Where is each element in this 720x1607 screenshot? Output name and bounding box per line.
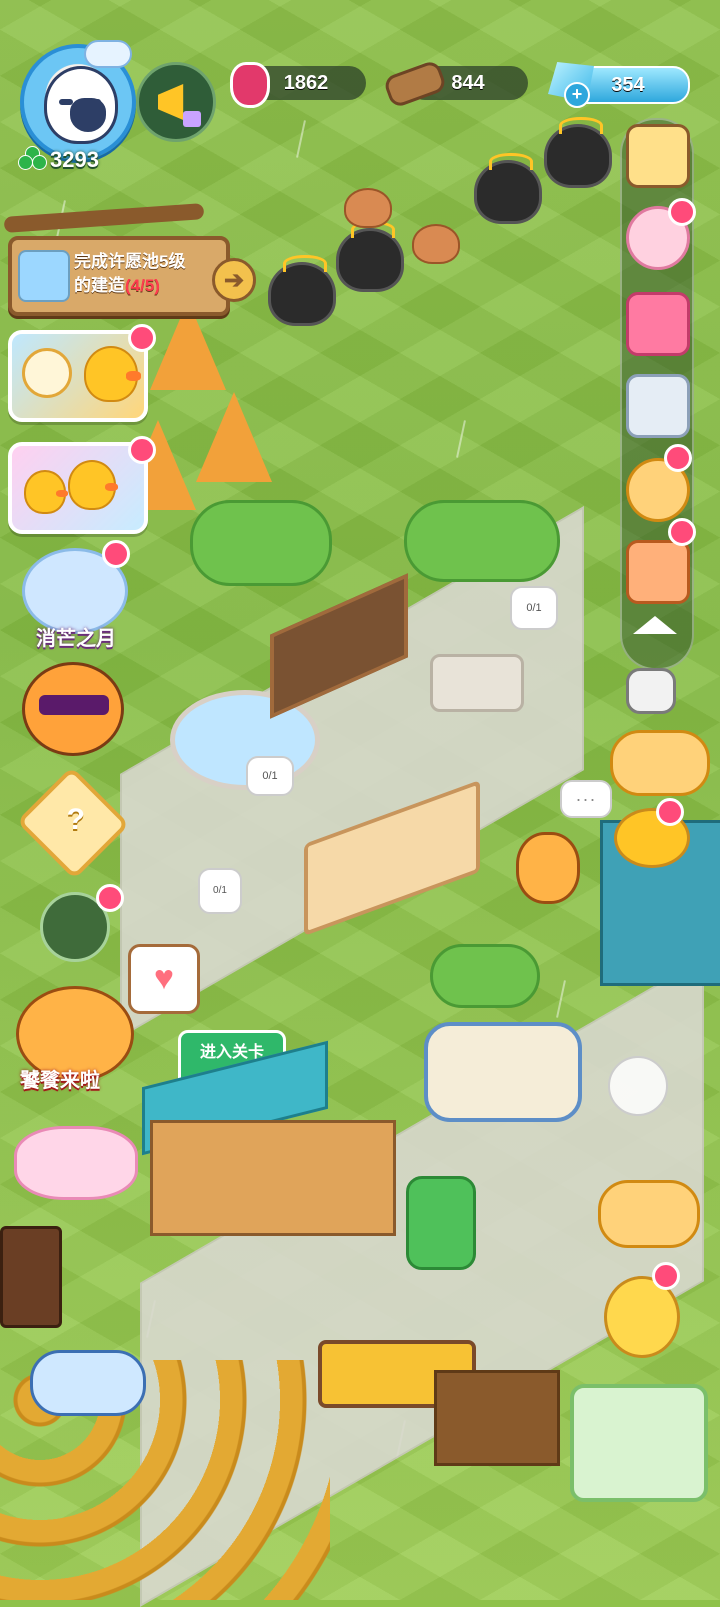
notification-dot <box>128 324 156 352</box>
clover-currency[interactable]: 3293 <box>18 146 99 174</box>
stone-bench[interactable] <box>430 654 524 712</box>
recipe-book-icon[interactable] <box>626 540 690 604</box>
pink-cat-character[interactable] <box>14 1126 138 1200</box>
event-card-ducks[interactable] <box>8 436 156 534</box>
announcement-button[interactable] <box>136 62 216 142</box>
plus-icon[interactable]: + <box>564 82 590 108</box>
notification-dot <box>96 884 124 912</box>
clock-icon <box>22 348 72 398</box>
speech-icon[interactable]: ··· <box>560 780 612 818</box>
salon-chair[interactable] <box>406 1176 476 1270</box>
photo-frame[interactable] <box>570 1384 708 1502</box>
floating-bubble[interactable] <box>608 1056 668 1116</box>
notification-dot <box>102 540 130 568</box>
gem-counter[interactable]: + 354 <box>548 62 690 108</box>
phone-duck-icon[interactable] <box>626 374 690 438</box>
duck-icon <box>84 346 141 402</box>
bun-character[interactable] <box>412 224 460 264</box>
notification-dot <box>128 436 156 464</box>
quest-line-1: 完成许愿池5级 <box>74 252 186 271</box>
duck-phone-button[interactable] <box>610 730 710 796</box>
cauldron-building[interactable] <box>474 153 542 224</box>
npc-counter-bubble[interactable]: 0/1 <box>510 586 558 630</box>
wood-value: 844 <box>451 71 485 94</box>
tiger-npc[interactable] <box>516 832 580 904</box>
event-card-timed[interactable] <box>8 324 156 422</box>
chevron-up-icon[interactable] <box>633 616 677 634</box>
gift-icon <box>183 111 201 127</box>
cauldron-building[interactable] <box>544 117 612 188</box>
camper-van[interactable] <box>424 1022 582 1122</box>
rain-streak <box>556 980 566 1018</box>
quest-line-2: 的建造 <box>74 276 125 295</box>
potion-counter[interactable]: 1862 <box>230 62 366 108</box>
heart-icon: ♥ <box>153 959 175 997</box>
npc-counter-text: 0/1 <box>262 770 278 782</box>
toy-airplane[interactable] <box>30 1350 146 1416</box>
sunglasses-icon <box>39 695 109 715</box>
notification-dot <box>656 798 684 826</box>
flower-bush <box>190 500 332 586</box>
npc-counter-bubble[interactable]: 0/1 <box>246 756 294 796</box>
notification-dot <box>668 198 696 226</box>
weather-cloud-icon <box>84 40 132 68</box>
npc-counter-bubble[interactable]: 0/1 <box>198 868 242 914</box>
clover-icon <box>18 146 47 174</box>
question-mark-icon: ? <box>66 803 85 837</box>
tiger-event-label[interactable]: 饕餮来啦 <box>20 1064 100 1093</box>
autumn-tree <box>196 392 272 482</box>
quest-go-button[interactable]: ➔ <box>212 258 256 302</box>
wood-kiosk[interactable] <box>434 1370 560 1466</box>
level-entrance-shop[interactable] <box>150 1120 396 1236</box>
notification-dot <box>664 444 692 472</box>
cauldron-building[interactable] <box>336 221 404 292</box>
sunglass-dog-character[interactable] <box>22 662 124 756</box>
npc-counter-text: 0/1 <box>213 885 227 896</box>
clover-value: 3293 <box>50 147 99 172</box>
moon-event-label[interactable]: 消芒之月 <box>36 622 116 651</box>
bun-character[interactable] <box>344 188 392 228</box>
flower-bush <box>430 944 540 1008</box>
heart-bubble[interactable]: ♥ <box>128 944 200 1014</box>
duck-pair-button[interactable] <box>598 1180 700 1248</box>
shop-stall-icon[interactable] <box>626 124 690 188</box>
notification-dot <box>652 1262 680 1290</box>
wood-counter[interactable]: 844 <box>382 59 528 109</box>
rain-streak <box>456 420 466 458</box>
fountain-quest-icon <box>18 250 70 302</box>
quest-progress: (4/5) <box>125 276 160 295</box>
duck-icon <box>24 470 68 514</box>
gem-value: 354 <box>611 73 645 96</box>
cauldron-building[interactable] <box>268 255 336 326</box>
quest-banner[interactable]: 完成许愿池5级 的建造(4/5) <box>3 203 230 316</box>
camera-icon[interactable] <box>626 668 676 714</box>
duck-icon <box>68 460 119 510</box>
npc-counter-text: 0/1 <box>526 602 542 614</box>
potion-icon <box>230 62 270 108</box>
flower-bush <box>404 500 560 582</box>
treasure-chest[interactable] <box>0 1226 62 1328</box>
rain-streak <box>296 120 306 158</box>
card-album-icon[interactable] <box>626 292 690 356</box>
potion-value: 1862 <box>283 71 329 94</box>
notification-dot <box>668 518 696 546</box>
